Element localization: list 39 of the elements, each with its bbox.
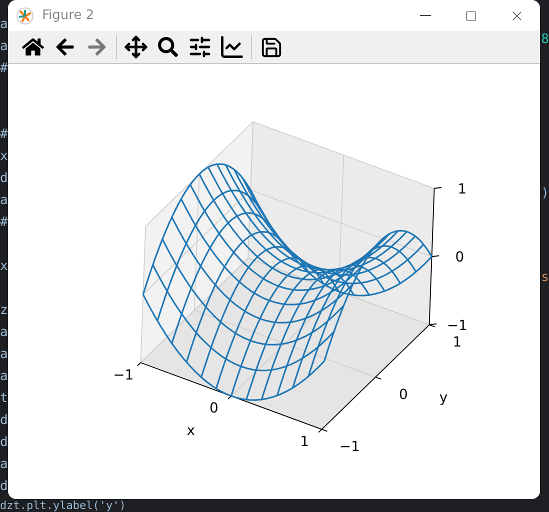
code-text: x [0,258,8,276]
app-logo-icon [16,6,34,24]
axis-label: x [186,423,195,440]
tick-label: −1 [339,439,360,456]
back-arrow-icon[interactable] [55,37,75,57]
tick-label: −1 [446,318,468,334]
code-text: a [0,38,8,56]
code-text: # [0,126,8,144]
axis-label: y [439,390,448,406]
code-text: # [0,214,8,232]
code-text: ) [541,186,549,202]
tick-label: 1 [452,334,462,351]
code-text: a [0,324,8,342]
zoom-icon[interactable] [158,37,178,57]
code-text: z [0,302,8,320]
code-text: a [0,192,8,210]
code-text: d [0,434,8,452]
code-text: a [0,16,8,34]
code-text: d [0,412,8,430]
tick-label: −1 [113,367,134,384]
code-text: 8 [541,32,549,48]
code-text: a [0,456,8,474]
code-text: t [0,390,8,408]
code-text: x [0,148,8,166]
tick-label: 0 [398,386,408,403]
code-text: s [541,270,549,286]
maximize-icon [465,10,477,22]
tick-label: 0 [210,400,218,417]
code-text: a [0,368,8,386]
code-text: d [0,478,8,496]
tick-label: 1 [458,181,467,198]
minimize-icon [420,15,430,16]
code-text: # [0,60,8,78]
window-title: Figure 2 [42,6,94,25]
code-text: a [0,346,8,364]
tick-label: 0 [455,250,464,266]
code-text: d [0,170,8,188]
tick-label: 1 [300,434,309,450]
code-text: dzt.plt.ylabel('y') [0,500,126,512]
